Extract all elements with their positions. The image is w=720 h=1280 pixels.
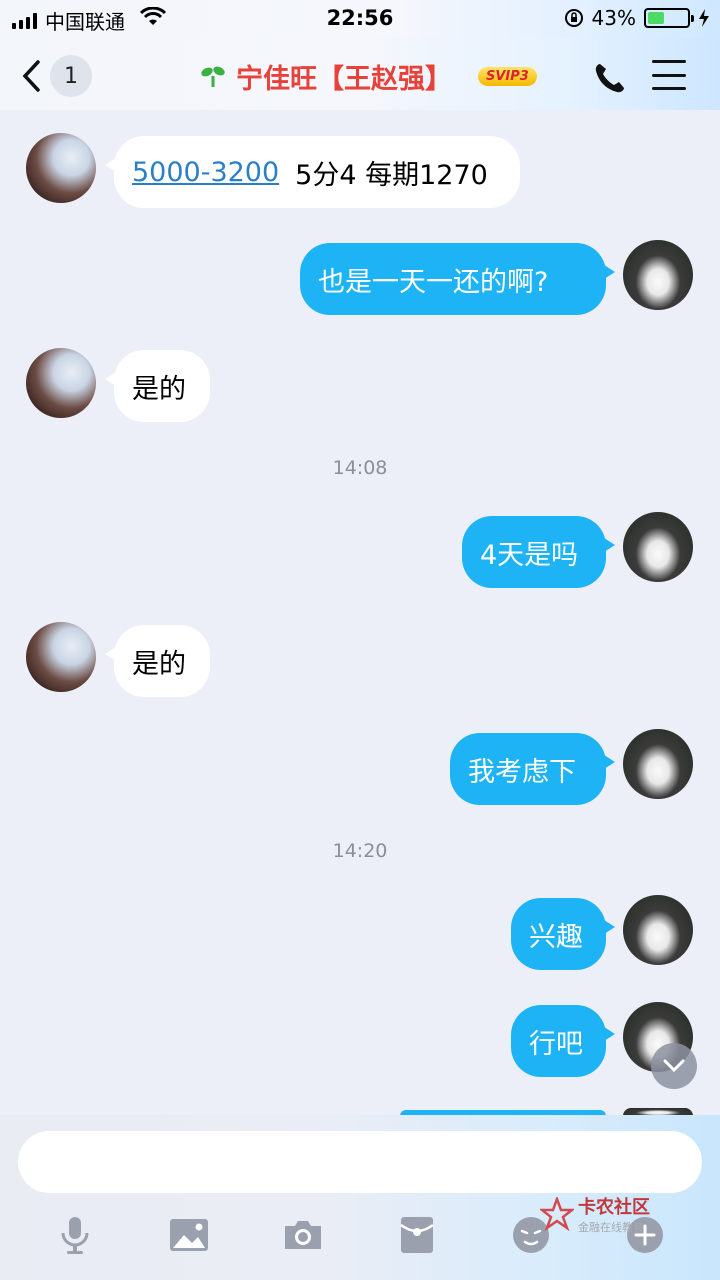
- scroll-to-bottom-button[interactable]: [651, 1043, 697, 1089]
- vip-badge: SVIP3: [478, 66, 537, 86]
- chevron-left-icon: [22, 60, 40, 92]
- message-bubble[interactable]: 兴趣: [511, 898, 615, 970]
- chat-title-area[interactable]: 宁佳旺【王赵强】 SVIP3: [200, 56, 537, 96]
- message-bubble[interactable]: 5000-3200 5分4 每期1270: [105, 136, 520, 208]
- sprout-icon: [201, 66, 225, 87]
- message-bubble[interactable]: 是的: [105, 625, 210, 697]
- camera-button[interactable]: [281, 1213, 325, 1257]
- self-avatar[interactable]: [623, 512, 693, 582]
- back-button[interactable]: 1: [22, 54, 102, 98]
- message-link[interactable]: 5000-3200: [132, 157, 279, 188]
- orientation-lock-icon: [564, 9, 583, 27]
- menu-icon: [652, 60, 686, 63]
- message-bubble[interactable]: 行吧: [511, 1005, 615, 1077]
- message-text: 也是一天一还的啊?: [318, 266, 549, 298]
- unread-count-badge: 1: [50, 55, 92, 97]
- red-packet-button[interactable]: [395, 1213, 439, 1257]
- message-input[interactable]: [18, 1131, 702, 1193]
- message-text: 4天是吗: [480, 539, 579, 571]
- chat-header: 1 宁佳旺【王赵强】 SVIP3: [0, 38, 720, 110]
- red-packet-icon: [400, 1217, 434, 1253]
- message-text: 行吧: [529, 1028, 583, 1060]
- status-bar: 中国联通 22:56 43%: [0, 0, 720, 38]
- message-bubble[interactable]: 我考虑下: [450, 733, 615, 805]
- charging-icon: [699, 9, 709, 27]
- mic-icon: [61, 1217, 89, 1254]
- message-text: 是的: [132, 373, 186, 405]
- message-text: 是的: [132, 648, 186, 680]
- watermark-subtitle: 金融在线教育: [578, 1221, 644, 1234]
- chevron-down-icon: [663, 1059, 685, 1073]
- contact-avatar[interactable]: [26, 348, 96, 418]
- message-bubble[interactable]: 是的: [105, 350, 210, 422]
- message-timestamp: 14:08: [332, 457, 388, 479]
- battery-percent: 43%: [591, 6, 636, 30]
- contact-avatar[interactable]: [26, 133, 96, 203]
- menu-button[interactable]: [652, 60, 686, 90]
- self-avatar[interactable]: [623, 895, 693, 965]
- message-timestamp: 14:20: [332, 840, 388, 862]
- battery-icon: [644, 8, 694, 28]
- input-area: 卡农社区 金融在线教育: [0, 1115, 720, 1280]
- kanong-logo-icon: [540, 1197, 574, 1231]
- watermark: 卡农社区 金融在线教育: [540, 1193, 650, 1235]
- image-icon: [170, 1219, 208, 1251]
- status-right: 43%: [564, 6, 710, 30]
- message-text: 兴趣: [529, 921, 583, 953]
- image-button[interactable]: [167, 1213, 211, 1257]
- camera-icon: [285, 1221, 321, 1249]
- voice-button[interactable]: [53, 1213, 97, 1257]
- self-avatar[interactable]: [623, 240, 693, 310]
- chat-title: 宁佳旺【王赵强】: [236, 63, 452, 95]
- message-bubble[interactable]: 也是一天一还的啊?: [300, 243, 615, 315]
- phone-icon: [595, 64, 624, 93]
- contact-avatar[interactable]: [26, 622, 96, 692]
- watermark-title: 卡农社区: [578, 1197, 650, 1218]
- call-button[interactable]: [590, 58, 630, 98]
- message-text: 我考虑下: [468, 756, 576, 788]
- self-avatar[interactable]: [623, 729, 693, 799]
- message-bubble[interactable]: 4天是吗: [462, 516, 615, 588]
- message-text: 5分4 每期1270: [295, 159, 488, 191]
